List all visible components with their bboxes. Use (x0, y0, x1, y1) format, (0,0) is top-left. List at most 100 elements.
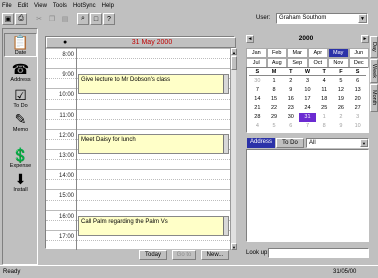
status-text: Ready (3, 269, 21, 275)
find-icon[interactable]: ⌕ (77, 13, 89, 25)
date-cell[interactable]: 7 (299, 122, 316, 131)
copy-icon[interactable]: ❐ (46, 13, 58, 25)
tab-day[interactable]: Day (370, 36, 378, 58)
launch-date-button[interactable]: 📋 Date (4, 33, 37, 57)
month-jun[interactable]: Jun (348, 48, 369, 58)
date-cell[interactable]: 18 (316, 95, 333, 104)
menu-bar: File Edit View Tools HotSync Help (2, 2, 114, 11)
help-icon[interactable]: ? (103, 13, 115, 25)
date-cell[interactable]: 6 (282, 122, 299, 131)
date-cell[interactable]: 1 (266, 77, 283, 86)
menu-view[interactable]: View (34, 2, 47, 11)
menu-hotsync[interactable]: HotSync (73, 2, 96, 11)
prev-year-icon[interactable]: ◄ (246, 35, 254, 43)
date-cell[interactable]: 26 (333, 104, 350, 113)
date-cell[interactable]: 3 (349, 113, 366, 122)
checklist-icon: ☑ (14, 87, 27, 103)
expense-icon: 💲 (11, 147, 30, 163)
today-button[interactable]: Today (139, 250, 167, 260)
launch-expense-button[interactable]: 💲 Expense (4, 147, 37, 169)
date-cell[interactable]: 20 (349, 95, 366, 104)
appointment[interactable]: Meet Daisy for lunch (78, 134, 229, 154)
date-cell[interactable]: 12 (333, 86, 350, 95)
month-mar[interactable]: Mar (287, 48, 308, 58)
scroll-down-icon[interactable]: ▼ (231, 243, 237, 250)
date-cell[interactable]: 2 (282, 77, 299, 86)
scroll-thumb[interactable] (231, 56, 237, 70)
date-cell[interactable]: 13 (349, 86, 366, 95)
new-button[interactable]: New... (201, 250, 229, 260)
date-cell[interactable]: 9 (333, 122, 350, 131)
month-may[interactable]: May (328, 48, 349, 58)
user-value: Graham Southom (279, 15, 327, 21)
cut-icon[interactable]: ✂ (33, 13, 45, 25)
appointment[interactable]: Call Palm regarding the Palm Vs (78, 216, 229, 236)
user-select[interactable]: Graham Southom ▼ (276, 13, 368, 24)
date-cell[interactable]: 14 (249, 95, 266, 104)
print-icon[interactable]: ⎙ (15, 13, 27, 25)
date-cell[interactable]: 11 (316, 86, 333, 95)
date-cell[interactable]: 7 (249, 86, 266, 95)
date-cell[interactable]: 5 (266, 122, 283, 131)
launch-todo-button[interactable]: ☑ To Do (4, 87, 37, 109)
launch-address-button[interactable]: ☎ Address (4, 61, 37, 83)
date-cell[interactable]: 10 (349, 122, 366, 131)
date-cell[interactable]: 30 (249, 77, 266, 86)
menu-edit[interactable]: Edit (18, 2, 28, 11)
chevron-down-icon[interactable]: ▼ (360, 139, 368, 147)
category-filter[interactable]: All ▼ (306, 138, 369, 148)
date-cell[interactable]: 4 (316, 77, 333, 86)
date-cell[interactable]: 9 (282, 86, 299, 95)
menu-tools[interactable]: Tools (53, 2, 67, 11)
month-feb[interactable]: Feb (266, 48, 287, 58)
date-cell[interactable]: 3 (299, 77, 316, 86)
date-cell[interactable]: 29 (266, 113, 283, 122)
lookup-input[interactable] (268, 248, 369, 258)
date-cell[interactable]: 25 (316, 104, 333, 113)
new-window-icon[interactable]: □ (90, 13, 102, 25)
tab-todo[interactable]: To Do (276, 138, 304, 148)
save-icon[interactable]: ▣ (2, 13, 14, 25)
goto-button[interactable]: Go to (172, 250, 196, 260)
paste-icon[interactable]: ▤ (59, 13, 71, 25)
launch-memo-button[interactable]: ✎ Memo (4, 111, 37, 133)
address-list[interactable] (246, 149, 369, 242)
date-cell[interactable]: 24 (299, 104, 316, 113)
weekday-label: S (255, 69, 260, 75)
date-cell[interactable]: 1 (316, 113, 333, 122)
launch-expense-label: Expense (9, 163, 32, 169)
day-scrollbar[interactable]: ▲ ▼ (230, 48, 237, 250)
date-cell[interactable]: 27 (349, 104, 366, 113)
launch-install-button[interactable]: ⬇ Install (4, 171, 37, 193)
date-cell[interactable]: 19 (333, 95, 350, 104)
date-cell[interactable]: 21 (249, 104, 266, 113)
tab-week[interactable]: Week (370, 59, 378, 83)
appointment[interactable]: Give lecture to Mr Dobson's class (78, 74, 229, 94)
tab-month[interactable]: Month (370, 84, 378, 112)
menu-file[interactable]: File (2, 2, 12, 11)
date-cell[interactable]: 28 (249, 113, 266, 122)
scroll-up-icon[interactable]: ▲ (231, 48, 237, 55)
date-cell[interactable]: 31 (299, 113, 316, 122)
date-cell[interactable]: 2 (333, 113, 350, 122)
date-cell[interactable]: 8 (266, 86, 283, 95)
date-cell[interactable]: 30 (282, 113, 299, 122)
weekday-label: M (271, 69, 277, 75)
date-cell[interactable]: 16 (282, 95, 299, 104)
date-cell[interactable]: 5 (333, 77, 350, 86)
date-cell[interactable]: 17 (299, 95, 316, 104)
month-apr[interactable]: Apr (307, 48, 328, 58)
weekday-header: SMTWTFS (249, 68, 366, 76)
date-cell[interactable]: 10 (299, 86, 316, 95)
tab-address[interactable]: Address (247, 138, 275, 148)
date-cell[interactable]: 8 (316, 122, 333, 131)
next-year-icon[interactable]: ► (361, 35, 369, 43)
month-jan[interactable]: Jan (246, 48, 267, 58)
date-cell[interactable]: 15 (266, 95, 283, 104)
date-cell[interactable]: 4 (249, 122, 266, 131)
chevron-down-icon[interactable]: ▼ (358, 14, 367, 23)
menu-help[interactable]: Help (102, 2, 114, 11)
date-cell[interactable]: 6 (349, 77, 366, 86)
date-cell[interactable]: 23 (282, 104, 299, 113)
date-cell[interactable]: 22 (266, 104, 283, 113)
